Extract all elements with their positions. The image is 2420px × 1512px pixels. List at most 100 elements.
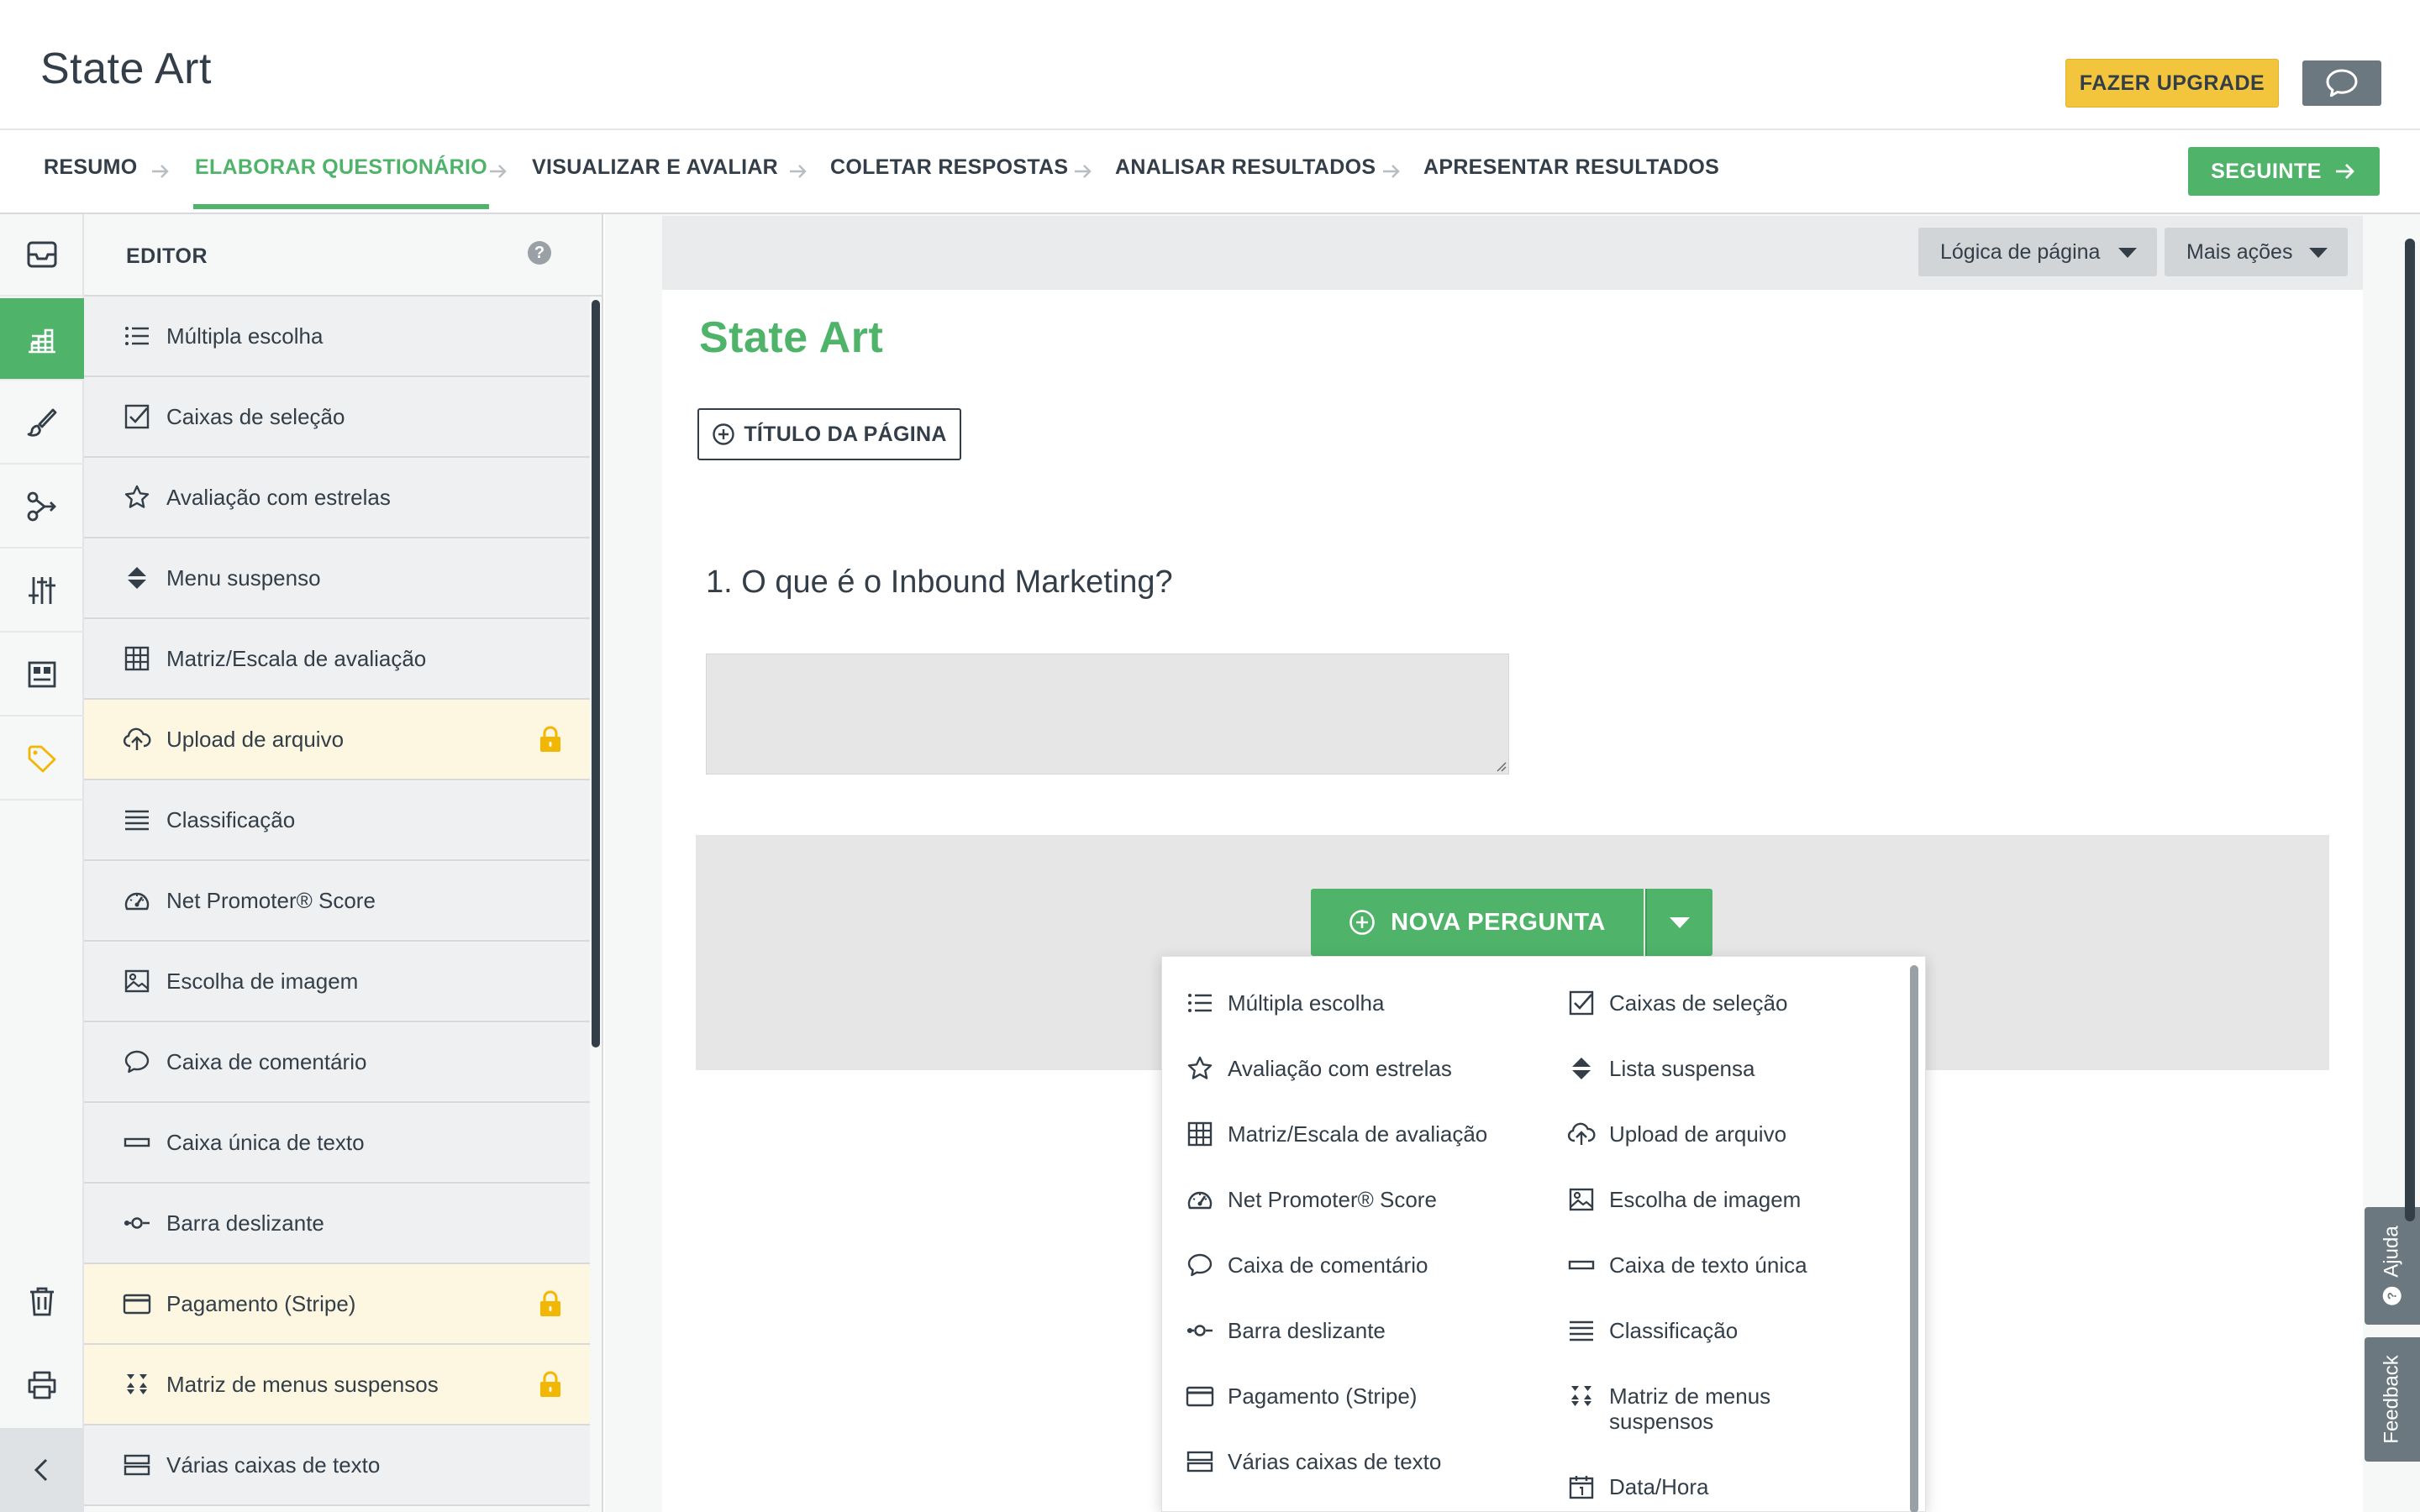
question-type-item[interactable]: Caixa de comentário [84, 1022, 590, 1103]
caret-down-icon [2118, 248, 2137, 258]
question-type-item[interactable]: Matriz de menus suspensos [84, 1345, 590, 1425]
rail-layout[interactable] [0, 634, 84, 717]
survey-title[interactable]: State Art [699, 312, 883, 363]
feedback-tab[interactable]: Feedback [2365, 1337, 2420, 1462]
step-coletar[interactable]: COLETAR RESPOSTAS [830, 155, 1068, 207]
step-navigation: RESUMO ELABORAR QUESTIONÁRIO VISUALIZAR … [0, 130, 2420, 214]
collapse-button[interactable] [0, 1428, 84, 1512]
cloud-upload-icon [1567, 1120, 1596, 1148]
chat-bubble-icon [2325, 68, 2359, 98]
help-tab[interactable]: ? Ajuda [2365, 1207, 2420, 1325]
question-type-label: Caixa única de texto [166, 1129, 365, 1155]
rail-options[interactable] [0, 550, 84, 633]
dropdown-icon [123, 564, 151, 592]
next-button[interactable]: SEGUINTE [2188, 147, 2380, 196]
rail-logic[interactable] [0, 466, 84, 549]
menu-item-caixas-de-selecao[interactable]: Caixas de seleção [1567, 990, 1819, 1017]
step-elaborar[interactable]: ELABORAR QUESTIONÁRIO [193, 155, 489, 209]
list-icon [1186, 989, 1214, 1017]
page-title-button[interactable]: TÍTULO DA PÁGINA [697, 408, 961, 460]
menu-item-barra-deslizante[interactable]: Barra deslizante [1186, 1318, 1505, 1345]
menu-item-pagamento-stripe[interactable]: Pagamento (Stripe) [1186, 1383, 1505, 1410]
menu-item-label: Pagamento (Stripe) [1228, 1383, 1418, 1409]
menu-item-caixa-de-texto-unica[interactable]: Caixa de texto única [1567, 1252, 1819, 1279]
question-type-item[interactable]: Várias caixas de texto [84, 1425, 590, 1506]
question-type-item[interactable]: Menu suspenso [84, 538, 590, 619]
menu-item-caixa-de-comentario[interactable]: Caixa de comentário [1186, 1252, 1505, 1279]
tag-icon [25, 742, 59, 775]
rail-design[interactable] [0, 382, 84, 465]
question-type-label: Barra deslizante [166, 1210, 324, 1236]
comment-icon [123, 1047, 151, 1076]
help-tab-label: Ajuda [2381, 1226, 2404, 1278]
question-text[interactable]: 1. O que é o Inbound Marketing? [706, 564, 1173, 601]
ranking-icon [1567, 1316, 1596, 1345]
question-type-item[interactable]: Avaliação com estrelas [84, 458, 590, 538]
answer-textarea[interactable] [706, 654, 1509, 774]
multi-textbox-icon [123, 1451, 151, 1479]
sliders-icon [25, 574, 59, 607]
question-type-label: Matriz de menus suspensos [166, 1371, 439, 1397]
question-type-item[interactable]: Caixas de seleção [84, 377, 590, 458]
menu-item-multipla-escolha[interactable]: Múltipla escolha [1186, 990, 1505, 1017]
question-type-item[interactable]: Caixa única de texto [84, 1103, 590, 1184]
step-apresentar[interactable]: APRESENTAR RESULTADOS [1423, 155, 1719, 207]
question-type-item[interactable]: Matriz/Escala de avaliação [84, 619, 590, 700]
menu-item-classificacao[interactable]: Classificação [1567, 1318, 1819, 1345]
menu-item-matriz-escala-de-avaliacao[interactable]: Matriz/Escala de avaliação [1186, 1121, 1505, 1148]
question-type-item[interactable]: Upload de arquivo [84, 700, 590, 780]
rail-library[interactable] [0, 214, 84, 297]
grid-icon [1186, 1120, 1214, 1148]
new-question-dropdown-toggle[interactable] [1645, 889, 1712, 956]
question-type-label: Menu suspenso [166, 564, 321, 591]
question-type-item[interactable]: Classificação [84, 780, 590, 861]
menu-scrollbar[interactable] [1910, 965, 1918, 1512]
step-visualizar[interactable]: VISUALIZAR E AVALIAR [532, 155, 778, 207]
menu-item-label: Upload de arquivo [1609, 1121, 1787, 1147]
rail-print[interactable] [0, 1344, 84, 1426]
more-actions-dropdown[interactable]: Mais ações [2165, 228, 2348, 276]
question-type-label: Caixas de seleção [166, 403, 345, 429]
print-icon [25, 1368, 59, 1402]
resize-grip-icon[interactable] [1495, 760, 1507, 772]
plus-circle-icon [712, 423, 735, 446]
new-question-button[interactable]: NOVA PERGUNTA [1311, 889, 1644, 956]
page-scrollbar[interactable] [2405, 239, 2415, 1221]
step-resumo[interactable]: RESUMO [44, 155, 138, 207]
chat-button[interactable] [2302, 60, 2381, 106]
menu-item-varias-caixas-de-texto[interactable]: Várias caixas de texto [1186, 1449, 1505, 1476]
dropdown-matrix-icon [1567, 1382, 1596, 1410]
logic-icon [25, 490, 59, 523]
arrow-right-icon [787, 160, 809, 182]
menu-item-upload-de-arquivo[interactable]: Upload de arquivo [1567, 1121, 1819, 1148]
textbox-icon [123, 1128, 151, 1157]
question-type-item[interactable]: Net Promoter® Score [84, 861, 590, 942]
menu-item-avaliacao-com-estrelas[interactable]: Avaliação com estrelas [1186, 1056, 1505, 1083]
menu-item-data-hora[interactable]: Data/Hora [1567, 1474, 1819, 1501]
step-analisar[interactable]: ANALISAR RESULTADOS [1115, 155, 1376, 207]
star-icon [123, 483, 151, 512]
menu-item-escolha-de-imagem[interactable]: Escolha de imagem [1567, 1187, 1819, 1214]
upgrade-button[interactable]: FAZER UPGRADE [2065, 59, 2279, 108]
page-logic-dropdown[interactable]: Lógica de página [1918, 228, 2157, 276]
image-icon [123, 967, 151, 995]
menu-item-matriz-de-menus-suspensos[interactable]: Matriz de menus suspensos [1567, 1383, 1819, 1434]
menu-item-lista-suspensa[interactable]: Lista suspensa [1567, 1056, 1819, 1083]
question-type-item[interactable]: Múltipla escolha [84, 297, 590, 377]
editor-scrollbar[interactable] [592, 300, 600, 1047]
dropdown-icon [1567, 1054, 1596, 1083]
help-icon[interactable]: ? [528, 241, 551, 265]
rail-builder[interactable] [0, 298, 84, 381]
rail-trash[interactable] [0, 1260, 84, 1342]
question-type-item[interactable]: Escolha de imagem [84, 942, 590, 1022]
comment-icon [1186, 1251, 1214, 1279]
menu-item-net-promoter-score[interactable]: Net Promoter® Score [1186, 1187, 1505, 1214]
caret-down-icon [2309, 248, 2328, 258]
rail-tags[interactable] [0, 718, 84, 801]
question-type-label: Avaliação com estrelas [166, 484, 391, 510]
menu-item-label: Net Promoter® Score [1228, 1187, 1437, 1212]
arrow-right-icon [2333, 160, 2357, 183]
question-type-item[interactable]: Pagamento (Stripe) [84, 1264, 590, 1345]
inbox-icon [25, 238, 59, 271]
question-type-item[interactable]: Barra deslizante [84, 1184, 590, 1264]
